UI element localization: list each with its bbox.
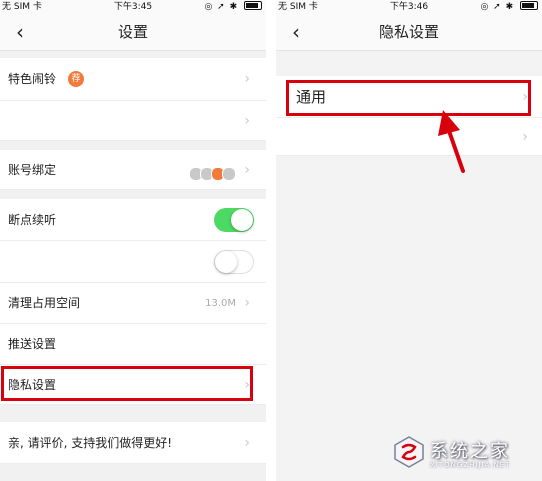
row-label: 推送设置 (8, 337, 57, 351)
resume-toggle[interactable] (214, 208, 254, 232)
settings-row-push[interactable]: 推送设置 (0, 324, 266, 365)
watermark: 系统之家 XITONGZHIJIA.NET (386, 431, 536, 477)
privacy-highlight-box (1, 366, 253, 401)
battery-icon (244, 1, 262, 10)
settings-row-rate[interactable]: 亲, 请评价, 支持我们做得更好! › (0, 422, 266, 464)
status-icons: ◎ ➚ ✱ (204, 0, 262, 14)
toggle-knob (215, 251, 237, 273)
settings-row-alarm[interactable]: 特色闹铃 荐 › (0, 58, 266, 101)
status-icons: ◎ ➚ ✱ (480, 0, 538, 14)
account-avatars (189, 163, 236, 182)
chevron-right-icon: › (244, 113, 250, 129)
battery-icon (520, 1, 538, 10)
settings-row-resume: 断点续听 (0, 199, 266, 241)
general-highlight-box (286, 80, 531, 116)
settings-row-account[interactable]: 账号绑定 › (0, 150, 266, 190)
chevron-right-icon: › (244, 435, 250, 451)
recommend-badge: 荐 (68, 71, 84, 87)
toggle-knob (231, 209, 253, 231)
settings-row-toggle (0, 241, 266, 283)
settings-row-clear-cache[interactable]: 清理占用空间 13.0M › (0, 283, 266, 324)
status-bar: 无 SIM 卡 下午3:45 ◎ ➚ ✱ (0, 0, 266, 14)
watermark-logo-icon (394, 436, 424, 468)
avatar (222, 166, 236, 181)
option-toggle[interactable] (214, 250, 254, 274)
chevron-right-icon: › (244, 162, 250, 178)
arrow-icon (438, 110, 465, 173)
row-label: 特色闹铃 (8, 72, 57, 86)
nav-bar: ‹ 设置 (0, 14, 266, 51)
row-label: 清理占用空间 (8, 296, 81, 310)
settings-row-blank[interactable]: › (0, 101, 266, 141)
row-label: 账号绑定 (8, 163, 57, 177)
chevron-right-icon: › (522, 129, 528, 145)
chevron-right-icon: › (244, 295, 250, 311)
row-label: 亲, 请评价, 支持我们做得更好! (8, 436, 173, 450)
status-bar: 无 SIM 卡 下午3:46 ◎ ➚ ✱ (276, 0, 542, 14)
page-title: 隐私设置 (378, 23, 439, 41)
row-label: 断点续听 (8, 213, 57, 227)
nav-bar: ‹ 隐私设置 (276, 14, 542, 51)
settings-screen: 无 SIM 卡 下午3:45 ◎ ➚ ✱ ‹ 设置 特色闹铃 荐 › › 账号绑… (0, 0, 266, 481)
watermark-subtext: XITONGZHIJIA.NET (430, 461, 511, 469)
cache-size: 13.0M (205, 298, 236, 309)
watermark-text: 系统之家 (430, 441, 510, 462)
privacy-row-blank[interactable]: › (276, 118, 542, 156)
chevron-right-icon: › (244, 71, 250, 87)
privacy-settings-screen: 无 SIM 卡 下午3:46 ◎ ➚ ✱ ‹ 隐私设置 通用 › › (276, 0, 542, 481)
page-title: 设置 (117, 23, 148, 41)
